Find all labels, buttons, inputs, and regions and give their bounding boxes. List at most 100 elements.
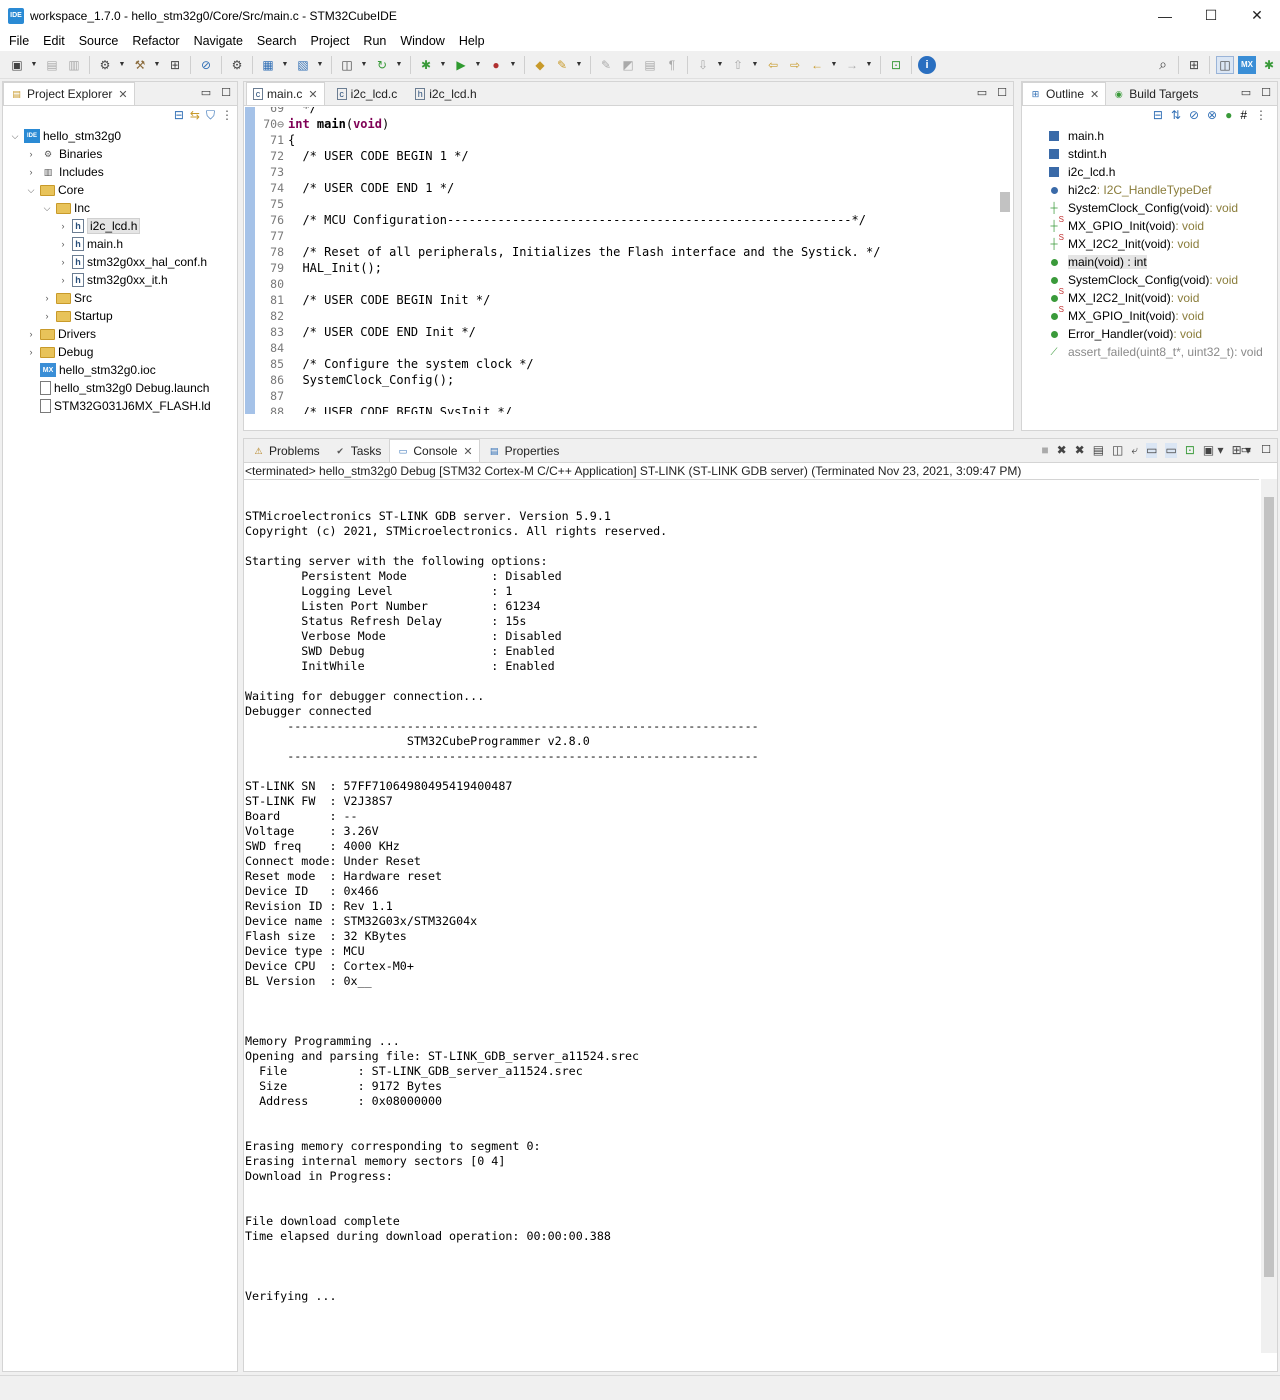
- tree-item[interactable]: MX hello_stm32g0.ioc: [3, 361, 237, 379]
- search-icon[interactable]: ⌕: [1154, 56, 1172, 74]
- save-icon[interactable]: ▤: [43, 56, 61, 74]
- maximize-button[interactable]: ☐: [1188, 0, 1234, 31]
- tree-item[interactable]: › Startup: [3, 307, 237, 325]
- chevron-right-icon[interactable]: ›: [41, 293, 53, 303]
- external-tools-dropdown-icon[interactable]: ▼: [509, 56, 517, 74]
- outline-item[interactable]: S MX_GPIO_Init(void) : void: [1022, 305, 1277, 325]
- tab-tasks[interactable]: ✔ Tasks: [328, 440, 388, 462]
- maximize-icon[interactable]: ☐: [1261, 86, 1271, 99]
- cpp-perspective-icon[interactable]: ◫: [1216, 55, 1234, 74]
- menu-file[interactable]: File: [2, 34, 36, 48]
- menu-edit[interactable]: Edit: [36, 34, 72, 48]
- close-tab-icon[interactable]: ✕: [1090, 88, 1099, 101]
- save-all-icon[interactable]: ▥: [65, 56, 83, 74]
- outline-item[interactable]: ┼ S MX_I2C2_Init(void) : void: [1022, 233, 1277, 253]
- maximize-icon[interactable]: ☐: [997, 86, 1007, 99]
- mx-perspective-icon[interactable]: MX: [1238, 55, 1256, 74]
- forward-icon[interactable]: →: [843, 56, 861, 74]
- next-annotation-dropdown-icon[interactable]: ▼: [716, 56, 724, 74]
- tab-build-targets[interactable]: ◉ Build Targets: [1106, 83, 1204, 105]
- chevron-down-icon[interactable]: ⌵: [41, 203, 53, 214]
- tab-properties[interactable]: ▤ Properties: [482, 440, 566, 462]
- chevron-right-icon[interactable]: ›: [57, 257, 69, 267]
- minimize-button[interactable]: —: [1142, 0, 1188, 31]
- sort-icon[interactable]: ⇅: [1171, 108, 1181, 122]
- chevron-down-icon[interactable]: ⌵: [25, 185, 37, 196]
- tree-item[interactable]: hello_stm32g0 Debug.launch: [3, 379, 237, 397]
- outline-item[interactable]: hi2c2 : I2C_HandleTypeDef: [1022, 181, 1277, 199]
- menu-help[interactable]: Help: [452, 34, 492, 48]
- scroll-lock-icon[interactable]: ◫: [1112, 443, 1123, 458]
- back-dropdown-icon[interactable]: ▼: [830, 56, 838, 74]
- new-project-dropdown-icon[interactable]: ▼: [281, 56, 289, 74]
- chevron-right-icon[interactable]: ›: [25, 329, 37, 339]
- tab-outline[interactable]: ⊞ Outline ✕: [1022, 82, 1107, 105]
- minimize-icon[interactable]: ▭: [1241, 443, 1251, 456]
- skip-breakpoints-icon[interactable]: ⊘: [197, 56, 215, 74]
- forward-dropdown-icon[interactable]: ▼: [865, 56, 873, 74]
- link-editor-icon[interactable]: ⇆: [190, 108, 200, 123]
- close-tab-icon[interactable]: ✕: [118, 88, 127, 101]
- debug-target-icon[interactable]: ⚙: [228, 56, 246, 74]
- terminate-icon[interactable]: ■: [1041, 443, 1048, 458]
- info-icon[interactable]: i: [918, 55, 936, 74]
- outline-item[interactable]: ⟋ assert_failed(uint8_t*, uint32_t) : voi…: [1022, 343, 1277, 361]
- menu-source[interactable]: Source: [72, 34, 126, 48]
- refresh-dropdown-icon[interactable]: ▼: [395, 56, 403, 74]
- open-perspective-icon[interactable]: ⊡: [887, 56, 905, 74]
- outline-item[interactable]: main.h: [1022, 127, 1277, 145]
- debug-icon[interactable]: ✱: [417, 56, 435, 74]
- console-output[interactable]: STMicroelectronics ST-LINK GDB server. V…: [244, 479, 1259, 1353]
- hide-static-icon[interactable]: ⊗: [1207, 108, 1217, 122]
- menu-window[interactable]: Window: [393, 34, 451, 48]
- menu-search[interactable]: Search: [250, 34, 304, 48]
- forward-edit-icon[interactable]: ⇨: [786, 56, 804, 74]
- prev-annotation-icon[interactable]: ⇧: [729, 56, 747, 74]
- display-console-icon[interactable]: ▣ ▾: [1203, 443, 1224, 458]
- build-dropdown-icon[interactable]: ▼: [153, 56, 161, 74]
- hide-macros-icon[interactable]: #: [1240, 108, 1247, 122]
- view-menu-icon[interactable]: ⋮: [1255, 108, 1267, 122]
- tree-item[interactable]: ⌵ Core: [3, 181, 237, 199]
- chevron-right-icon[interactable]: ›: [57, 239, 69, 249]
- outline-item[interactable]: i2c_lcd.h: [1022, 163, 1277, 181]
- maximize-icon[interactable]: ☐: [1261, 443, 1271, 456]
- word-wrap-icon[interactable]: ⤶: [1131, 443, 1138, 458]
- remove-all-terminated-icon[interactable]: ✖: [1075, 443, 1085, 458]
- tree-item[interactable]: › ⚙ Binaries: [3, 145, 237, 163]
- tree-item[interactable]: › h i2c_lcd.h: [3, 217, 237, 235]
- debug-perspective-icon[interactable]: ✱: [1260, 56, 1278, 74]
- outline-item[interactable]: main(void) : int: [1022, 253, 1277, 271]
- close-window-button[interactable]: ✕: [1234, 0, 1280, 31]
- hide-nonpublic-icon[interactable]: ●: [1225, 108, 1232, 122]
- debug-dropdown-icon[interactable]: ▼: [439, 56, 447, 74]
- remove-launch-icon[interactable]: ✖: [1057, 443, 1067, 458]
- block-icon[interactable]: ▤: [641, 56, 659, 74]
- build-hammer-icon[interactable]: ⚒: [131, 56, 149, 74]
- menu-navigate[interactable]: Navigate: [187, 34, 250, 48]
- new-dropdown-icon[interactable]: ▼: [30, 56, 38, 74]
- open-type-icon[interactable]: ▧: [294, 56, 312, 74]
- menu-refactor[interactable]: Refactor: [125, 34, 186, 48]
- editor-tab[interactable]: c i2c_lcd.c: [331, 83, 404, 105]
- chevron-right-icon[interactable]: ›: [41, 311, 53, 321]
- tree-item[interactable]: › Debug: [3, 343, 237, 361]
- tree-item[interactable]: › h main.h: [3, 235, 237, 253]
- build-config-icon[interactable]: ⚙: [96, 56, 114, 74]
- code-editor[interactable]: 69 */70⊖ int main(void) 71{72 /* USER CODE…: [244, 107, 995, 414]
- run-dropdown-icon[interactable]: ▼: [474, 56, 482, 74]
- editor-horizontal-scrollbar[interactable]: [284, 414, 995, 430]
- chevron-right-icon[interactable]: ›: [25, 167, 37, 177]
- pin-console-icon[interactable]: ⊡: [1185, 443, 1195, 458]
- chevron-down-icon[interactable]: ⌵: [9, 131, 21, 142]
- chevron-right-icon[interactable]: ›: [25, 347, 37, 357]
- new-project-icon[interactable]: ▦: [259, 56, 277, 74]
- last-edit-icon[interactable]: ⇦: [764, 56, 782, 74]
- pilcrow-icon[interactable]: ¶: [663, 56, 681, 74]
- editor-tab[interactable]: h i2c_lcd.h: [409, 83, 482, 105]
- new-icon[interactable]: ▣: [8, 56, 26, 74]
- minimize-icon[interactable]: ▭: [201, 86, 211, 99]
- back-icon[interactable]: ←: [808, 56, 826, 74]
- console-horizontal-scrollbar[interactable]: [244, 1353, 1259, 1371]
- editor-vertical-scrollbar[interactable]: [997, 107, 1013, 414]
